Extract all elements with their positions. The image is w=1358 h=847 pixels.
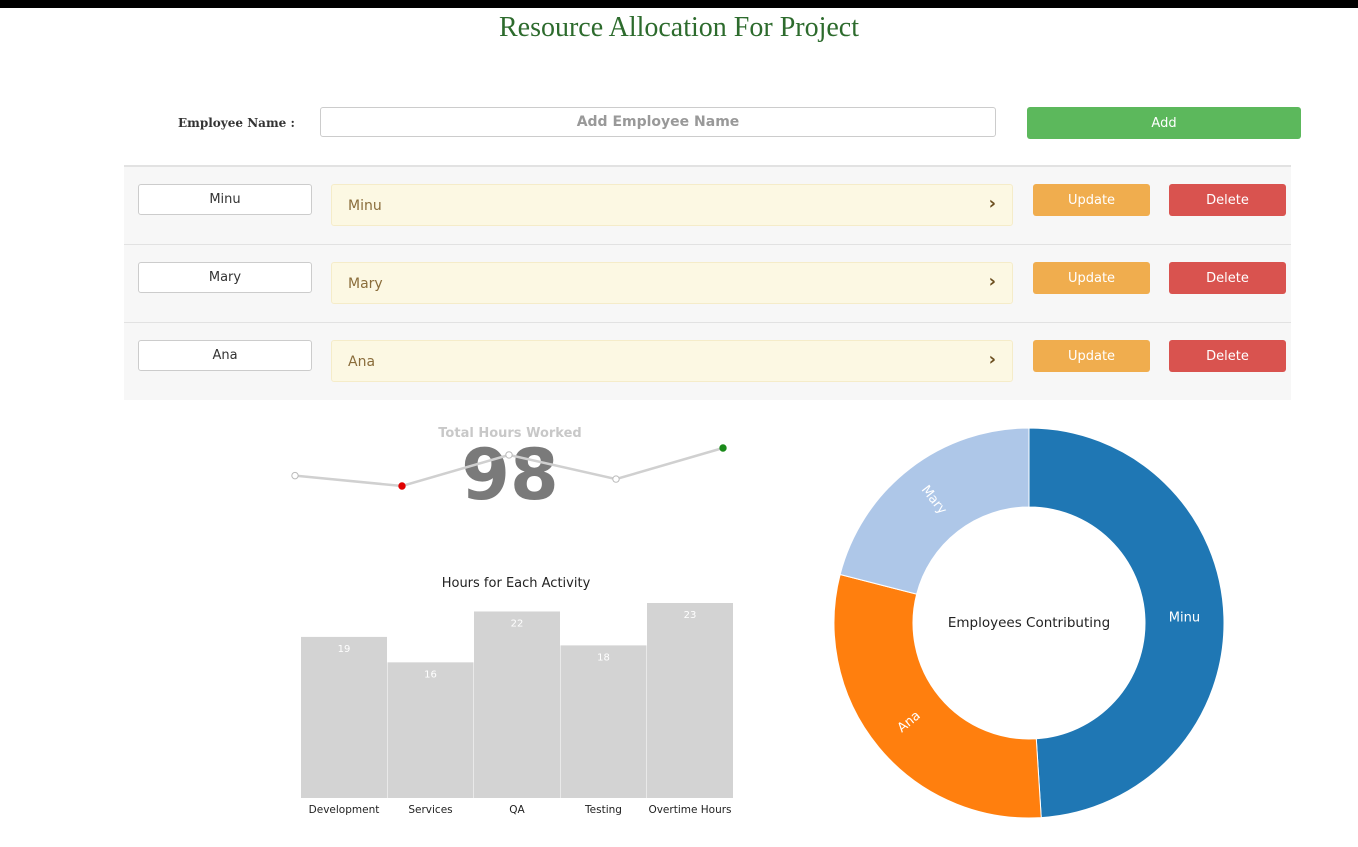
bar-value-label: 19 <box>338 644 351 655</box>
employee-row: Ana › Update Delete <box>124 322 1291 400</box>
bar <box>560 645 647 798</box>
employee-panel-label: Minu <box>348 198 382 214</box>
employee-name-label: Employee Name : <box>178 116 295 130</box>
update-button[interactable]: Update <box>1033 340 1150 372</box>
chevron-right-icon: › <box>988 349 996 370</box>
employee-panel-label: Mary <box>348 276 383 292</box>
add-button[interactable]: Add <box>1027 107 1301 139</box>
bar <box>387 662 474 798</box>
bar-value-label: 23 <box>684 610 697 621</box>
employee-name-input[interactable] <box>320 107 996 137</box>
employee-panel[interactable]: Mary › <box>331 262 1013 304</box>
top-bar <box>0 0 1358 8</box>
total-hours-sparkline <box>291 444 727 490</box>
bar <box>647 603 733 798</box>
donut-center-label: Employees Contributing <box>948 615 1110 631</box>
donut-slice <box>833 573 1042 819</box>
bar-chart-title: Hours for Each Activity <box>441 576 591 591</box>
sparkline-point <box>612 475 620 483</box>
sparkline-point <box>398 482 406 490</box>
employee-row: Mary › Update Delete <box>124 244 1291 322</box>
employee-panel[interactable]: Minu › <box>331 184 1013 226</box>
update-button[interactable]: Update <box>1033 184 1150 216</box>
hours-bar-chart: 19 Development 16 Services 22 QA 18 Testing 23 Ov… <box>301 603 733 816</box>
employees-donut-chart: MinuAnaMaryEmployees Contributing <box>833 428 1225 819</box>
delete-button[interactable]: Delete <box>1169 184 1286 216</box>
employee-name-field[interactable] <box>138 262 312 293</box>
bar-category-label: Overtime Hours <box>648 804 731 816</box>
chevron-right-icon: › <box>988 193 996 214</box>
page-title: Resource Allocation For Project <box>498 12 860 43</box>
employee-list: Minu › Update Delete Mary › Update Delet… <box>124 165 1291 400</box>
chevron-right-icon: › <box>988 271 996 292</box>
employee-row: Minu › Update Delete <box>124 165 1291 244</box>
sparkline-point <box>291 471 299 480</box>
employee-name-field[interactable] <box>138 184 312 215</box>
employee-name-field[interactable] <box>138 340 312 371</box>
bar <box>301 636 387 798</box>
employee-panel[interactable]: Ana › <box>331 340 1013 382</box>
donut-slice-label: Minu <box>1169 611 1200 626</box>
update-button[interactable]: Update <box>1033 262 1150 294</box>
bar-category-label: Development <box>309 804 380 816</box>
employee-panel-label: Ana <box>348 354 376 370</box>
delete-button[interactable]: Delete <box>1169 340 1286 372</box>
bar-value-label: 16 <box>424 669 437 680</box>
bar-category-label: Testing <box>584 804 622 816</box>
bar-category-label: QA <box>509 804 525 816</box>
bar-value-label: 18 <box>597 652 610 663</box>
sparkline-point <box>719 444 727 452</box>
bar-category-label: Services <box>408 804 452 816</box>
bar <box>474 611 560 798</box>
bar-value-label: 22 <box>511 618 524 629</box>
sparkline-point <box>505 451 513 459</box>
delete-button[interactable]: Delete <box>1169 262 1286 294</box>
